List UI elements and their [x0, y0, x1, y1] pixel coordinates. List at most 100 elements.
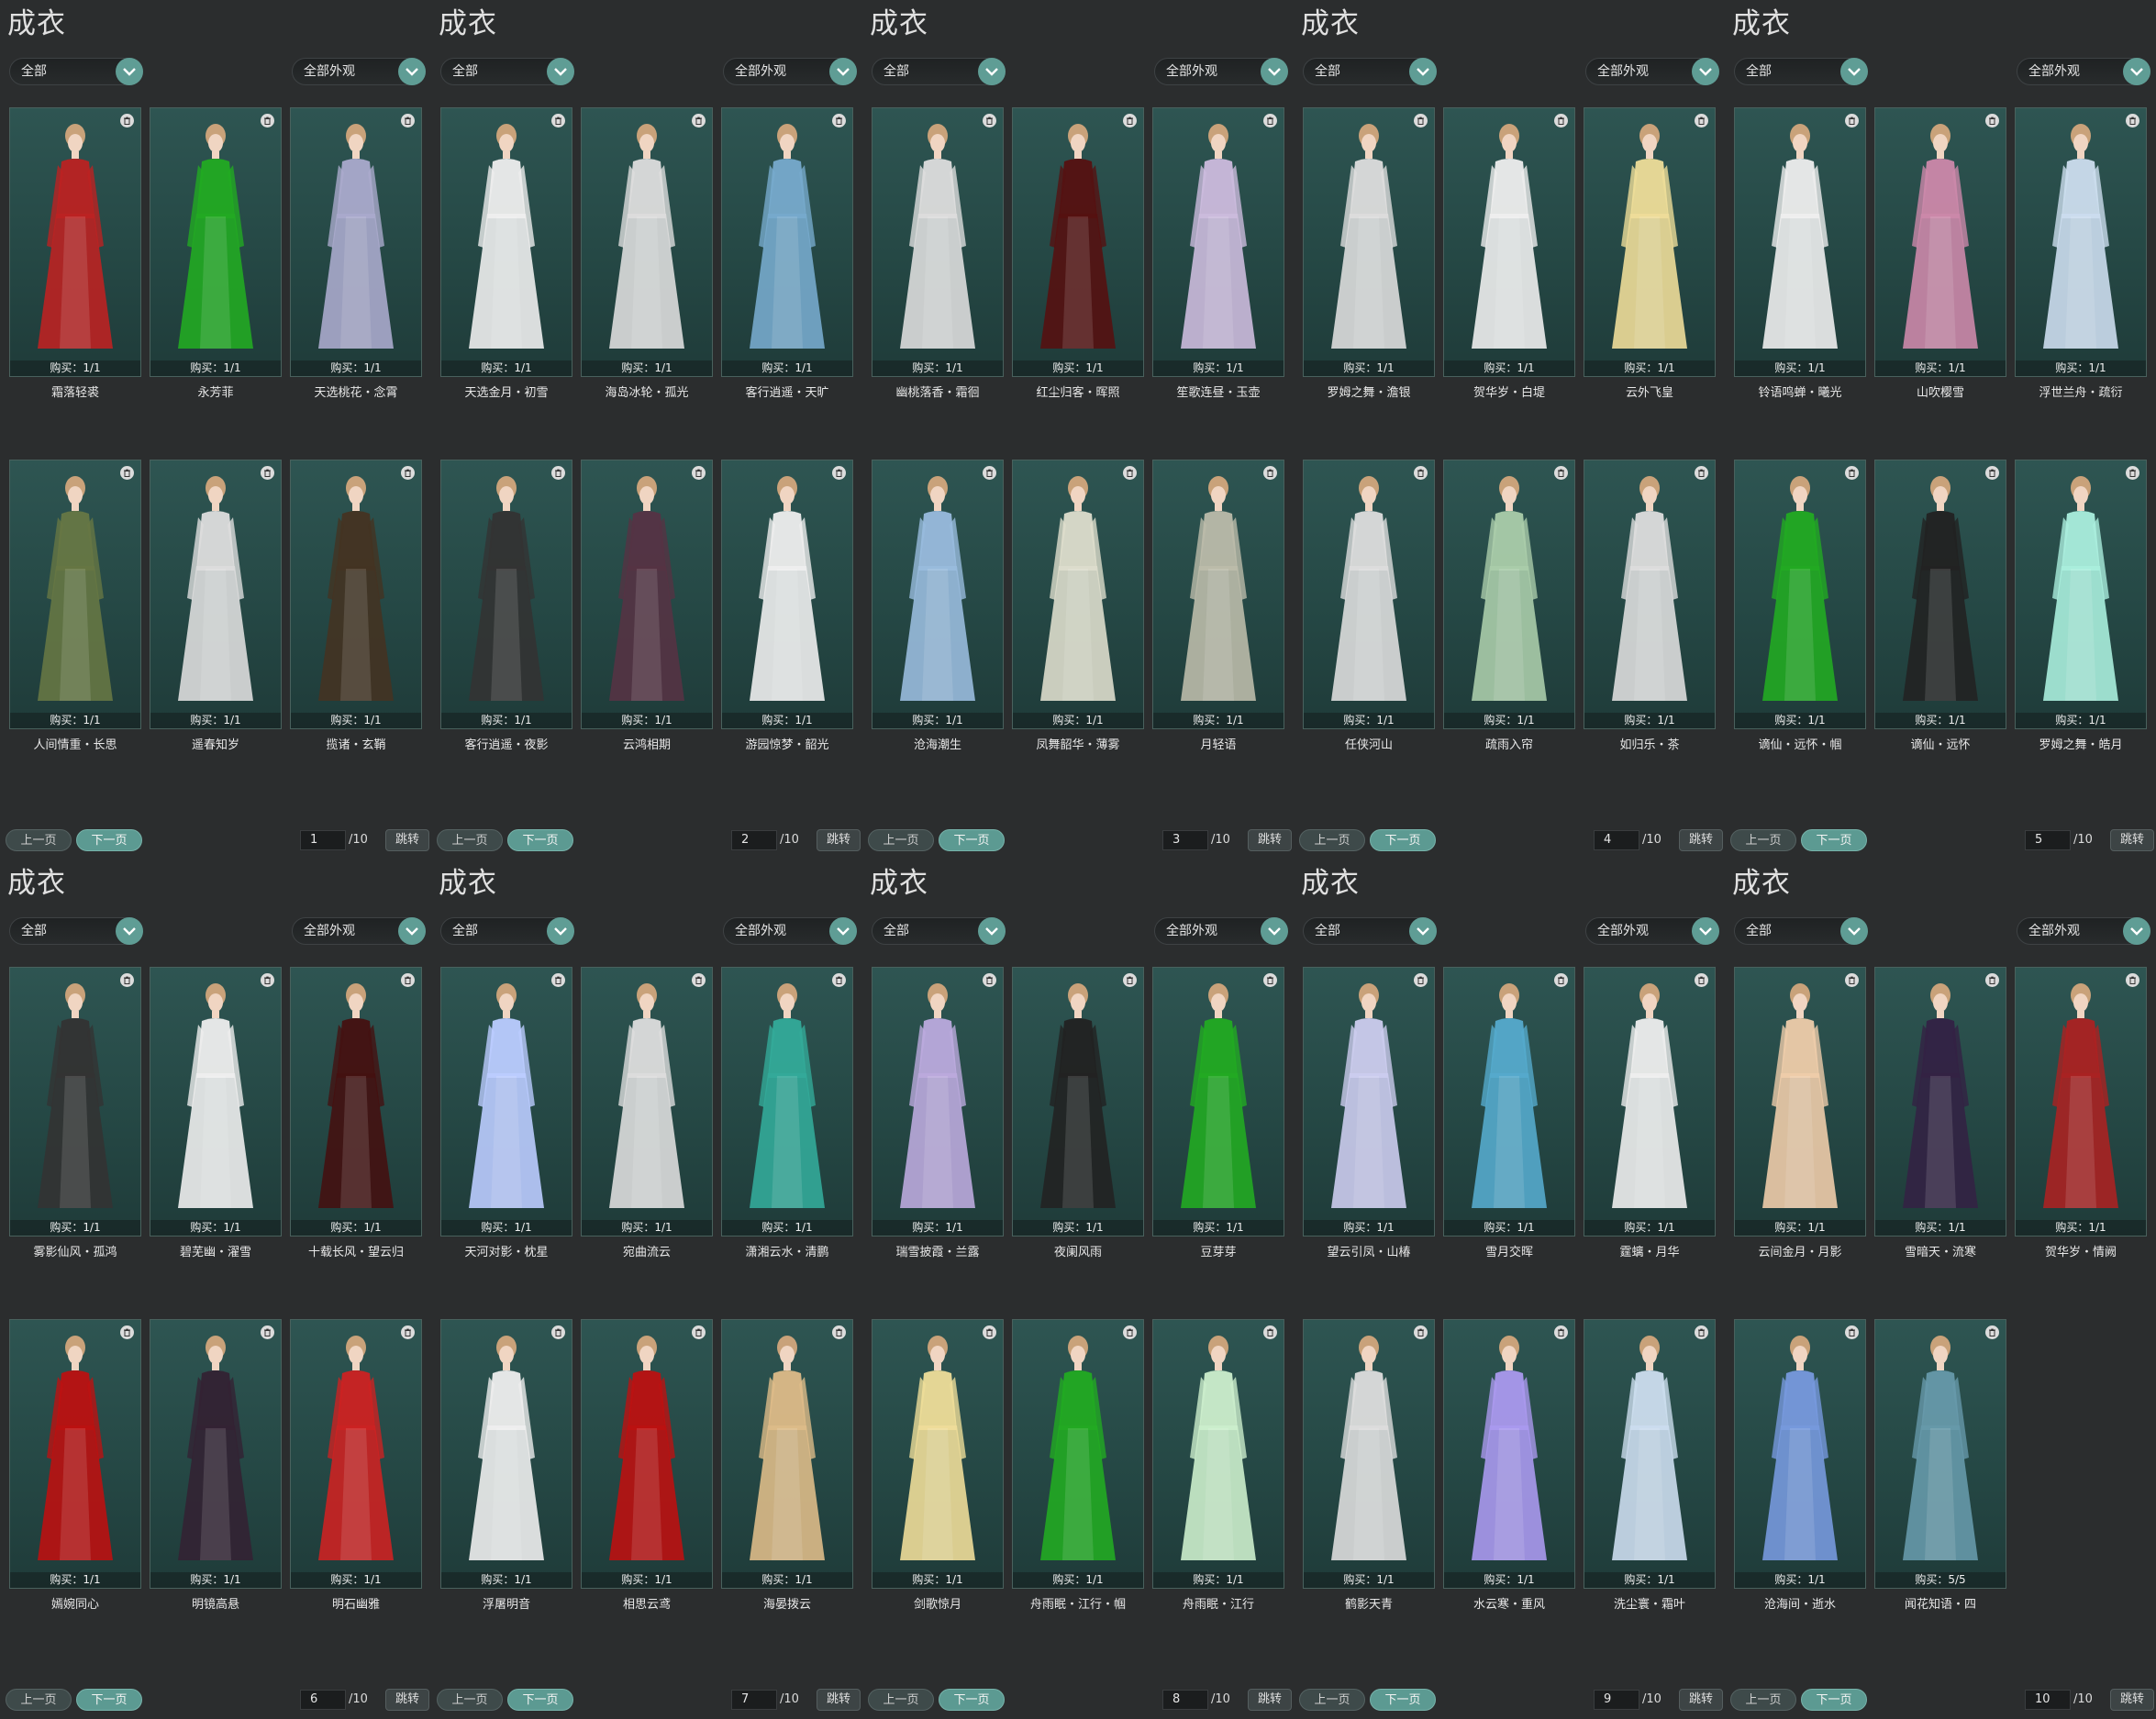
page-number-input[interactable]: 9 — [1594, 1690, 1639, 1710]
next-page-button[interactable]: 下一页 — [507, 1689, 573, 1711]
outfit-card[interactable]: 购买：1/1 — [1012, 107, 1144, 377]
trash-icon[interactable] — [1985, 466, 1999, 480]
prev-page-button[interactable]: 上一页 — [437, 1689, 503, 1711]
trash-icon[interactable] — [1845, 114, 1859, 128]
trash-icon[interactable] — [983, 1325, 996, 1339]
outfit-card[interactable]: 购买：1/1 — [1303, 967, 1435, 1237]
outfit-card[interactable]: 购买：1/1 — [1152, 460, 1284, 729]
trash-icon[interactable] — [1554, 466, 1568, 480]
outfit-card[interactable]: 购买：1/1 — [150, 107, 282, 377]
prev-page-button[interactable]: 上一页 — [1730, 1689, 1796, 1711]
next-page-button[interactable]: 下一页 — [76, 829, 142, 851]
outfit-card[interactable]: 购买：1/1 — [1303, 460, 1435, 729]
category-dropdown[interactable]: 全部 — [1303, 917, 1437, 945]
appearance-dropdown[interactable]: 全部外观 — [1585, 917, 1719, 945]
jump-button[interactable]: 跳转 — [1248, 829, 1292, 851]
trash-icon[interactable] — [1263, 973, 1277, 987]
prev-page-button[interactable]: 上一页 — [6, 829, 72, 851]
trash-icon[interactable] — [261, 1325, 274, 1339]
next-page-button[interactable]: 下一页 — [76, 1689, 142, 1711]
outfit-card[interactable]: 购买：1/1 — [872, 1319, 1004, 1589]
trash-icon[interactable] — [2126, 973, 2139, 987]
appearance-dropdown[interactable]: 全部外观 — [1154, 58, 1288, 85]
outfit-card[interactable]: 购买：1/1 — [1303, 107, 1435, 377]
outfit-card[interactable]: 购买：1/1 — [440, 967, 572, 1237]
trash-icon[interactable] — [1554, 1325, 1568, 1339]
outfit-card[interactable]: 购买：1/1 — [9, 460, 141, 729]
jump-button[interactable]: 跳转 — [2110, 829, 2154, 851]
next-page-button[interactable]: 下一页 — [507, 829, 573, 851]
trash-icon[interactable] — [1123, 466, 1137, 480]
trash-icon[interactable] — [261, 114, 274, 128]
next-page-button[interactable]: 下一页 — [939, 1689, 1005, 1711]
outfit-card[interactable]: 购买：1/1 — [2015, 460, 2147, 729]
trash-icon[interactable] — [832, 1325, 846, 1339]
trash-icon[interactable] — [1123, 1325, 1137, 1339]
jump-button[interactable]: 跳转 — [2110, 1689, 2154, 1711]
outfit-card[interactable]: 购买：1/1 — [2015, 967, 2147, 1237]
outfit-card[interactable]: 购买：1/1 — [1734, 1319, 1866, 1589]
trash-icon[interactable] — [120, 1325, 134, 1339]
category-dropdown[interactable]: 全部 — [440, 58, 574, 85]
page-number-input[interactable]: 6 — [300, 1690, 346, 1710]
trash-icon[interactable] — [1414, 973, 1428, 987]
outfit-card[interactable]: 购买：1/1 — [581, 460, 713, 729]
appearance-dropdown[interactable]: 全部外观 — [292, 917, 426, 945]
trash-icon[interactable] — [832, 973, 846, 987]
trash-icon[interactable] — [551, 973, 565, 987]
outfit-card[interactable]: 购买：1/1 — [1734, 460, 1866, 729]
outfit-card[interactable]: 购买：1/1 — [1584, 460, 1716, 729]
prev-page-button[interactable]: 上一页 — [868, 1689, 934, 1711]
next-page-button[interactable]: 下一页 — [1370, 829, 1436, 851]
outfit-card[interactable]: 购买：1/1 — [150, 1319, 282, 1589]
next-page-button[interactable]: 下一页 — [1801, 1689, 1867, 1711]
trash-icon[interactable] — [692, 114, 706, 128]
category-dropdown[interactable]: 全部 — [1734, 917, 1868, 945]
trash-icon[interactable] — [261, 466, 274, 480]
outfit-card[interactable]: 购买：1/1 — [581, 967, 713, 1237]
category-dropdown[interactable]: 全部 — [1734, 58, 1868, 85]
page-number-input[interactable]: 10 — [2025, 1690, 2071, 1710]
appearance-dropdown[interactable]: 全部外观 — [1585, 58, 1719, 85]
outfit-card[interactable]: 购买：1/1 — [1152, 107, 1284, 377]
outfit-card[interactable]: 购买：1/1 — [1584, 967, 1716, 1237]
trash-icon[interactable] — [1985, 973, 1999, 987]
category-dropdown[interactable]: 全部 — [9, 917, 143, 945]
trash-icon[interactable] — [1695, 114, 1708, 128]
outfit-card[interactable]: 购买：1/1 — [440, 1319, 572, 1589]
outfit-card[interactable]: 购买：1/1 — [1443, 107, 1575, 377]
prev-page-button[interactable]: 上一页 — [1730, 829, 1796, 851]
outfit-card[interactable]: 购买：1/1 — [290, 107, 422, 377]
outfit-card[interactable]: 购买：1/1 — [290, 460, 422, 729]
outfit-card[interactable]: 购买：1/1 — [1584, 1319, 1716, 1589]
outfit-card[interactable]: 购买：1/1 — [440, 460, 572, 729]
trash-icon[interactable] — [261, 973, 274, 987]
trash-icon[interactable] — [1695, 466, 1708, 480]
trash-icon[interactable] — [1263, 466, 1277, 480]
trash-icon[interactable] — [1414, 466, 1428, 480]
trash-icon[interactable] — [1123, 973, 1137, 987]
outfit-card[interactable]: 购买：5/5 — [1874, 1319, 2006, 1589]
outfit-card[interactable]: 购买：1/1 — [1443, 1319, 1575, 1589]
trash-icon[interactable] — [692, 1325, 706, 1339]
outfit-card[interactable]: 购买：1/1 — [1152, 967, 1284, 1237]
outfit-card[interactable]: 购买：1/1 — [581, 107, 713, 377]
appearance-dropdown[interactable]: 全部外观 — [723, 917, 857, 945]
outfit-card[interactable]: 购买：1/1 — [1874, 107, 2006, 377]
trash-icon[interactable] — [1123, 114, 1137, 128]
page-number-input[interactable]: 8 — [1162, 1690, 1208, 1710]
category-dropdown[interactable]: 全部 — [1303, 58, 1437, 85]
outfit-card[interactable]: 购买：1/1 — [1874, 967, 2006, 1237]
outfit-card[interactable]: 购买：1/1 — [9, 967, 141, 1237]
appearance-dropdown[interactable]: 全部外观 — [1154, 917, 1288, 945]
outfit-card[interactable]: 购买：1/1 — [2015, 107, 2147, 377]
trash-icon[interactable] — [1845, 1325, 1859, 1339]
outfit-card[interactable]: 购买：1/1 — [440, 107, 572, 377]
outfit-card[interactable]: 购买：1/1 — [1152, 1319, 1284, 1589]
trash-icon[interactable] — [120, 973, 134, 987]
trash-icon[interactable] — [832, 466, 846, 480]
trash-icon[interactable] — [692, 466, 706, 480]
outfit-card[interactable]: 购买：1/1 — [1443, 460, 1575, 729]
trash-icon[interactable] — [1554, 973, 1568, 987]
outfit-card[interactable]: 购买：1/1 — [150, 460, 282, 729]
